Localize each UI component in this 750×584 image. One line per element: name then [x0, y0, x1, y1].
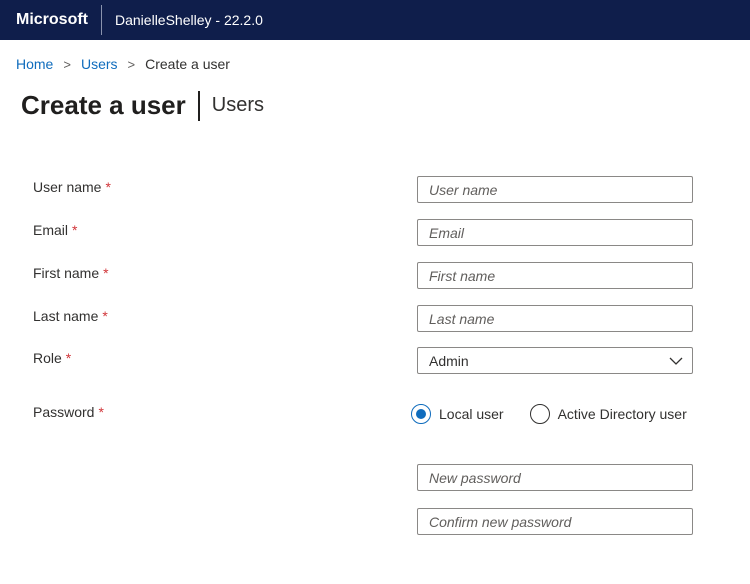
password-type-radio-group: Local user Active Directory user — [411, 404, 713, 424]
email-input[interactable] — [417, 219, 693, 246]
last-name-label: Last name * — [33, 308, 108, 324]
app-title: DanielleShelley - 22.2.0 — [115, 12, 263, 28]
password-label: Password * — [33, 404, 104, 420]
required-marker: * — [65, 350, 72, 366]
breadcrumb: Home > Users > Create a user — [16, 56, 230, 72]
breadcrumb-users[interactable]: Users — [81, 56, 118, 72]
required-marker: * — [105, 179, 111, 195]
required-marker: * — [102, 308, 108, 324]
new-password-input[interactable] — [417, 464, 693, 491]
confirm-password-input[interactable] — [417, 508, 693, 535]
breadcrumb-home[interactable]: Home — [16, 56, 53, 72]
required-marker: * — [98, 404, 104, 420]
brand-logo[interactable]: Microsoft — [0, 11, 101, 29]
breadcrumb-separator: > — [63, 56, 71, 72]
role-selected-value: Admin — [429, 352, 469, 369]
heading-divider — [197, 90, 200, 121]
local-user-label: Local user — [439, 406, 504, 422]
page-subtitle: Users — [211, 94, 264, 116]
first-name-input[interactable] — [417, 262, 693, 289]
last-name-input[interactable] — [417, 305, 693, 332]
breadcrumb-separator: > — [127, 56, 136, 72]
email-label: Email * — [33, 222, 78, 238]
local-user-radio[interactable]: Local user — [411, 404, 504, 424]
username-label: User name * — [33, 179, 111, 195]
username-input[interactable] — [417, 176, 693, 203]
radio-unchecked-icon[interactable] — [529, 404, 550, 424]
required-marker: * — [103, 265, 109, 281]
top-bar: Microsoft DanielleShelley - 22.2.0 — [0, 0, 750, 40]
chevron-down-icon — [669, 357, 683, 365]
page-title: Create a user — [21, 90, 186, 120]
breadcrumb-current: Create a user — [145, 56, 230, 72]
radio-checked-icon[interactable] — [411, 404, 431, 424]
active-directory-user-label: Active Directory user — [557, 406, 687, 422]
role-label: Role * — [33, 350, 72, 366]
first-name-label: First name * — [33, 265, 109, 281]
required-marker: * — [72, 222, 78, 238]
page-heading: Create a user Users — [21, 90, 264, 121]
active-directory-user-radio[interactable]: Active Directory user — [529, 404, 687, 424]
role-dropdown[interactable]: Admin — [417, 347, 693, 374]
